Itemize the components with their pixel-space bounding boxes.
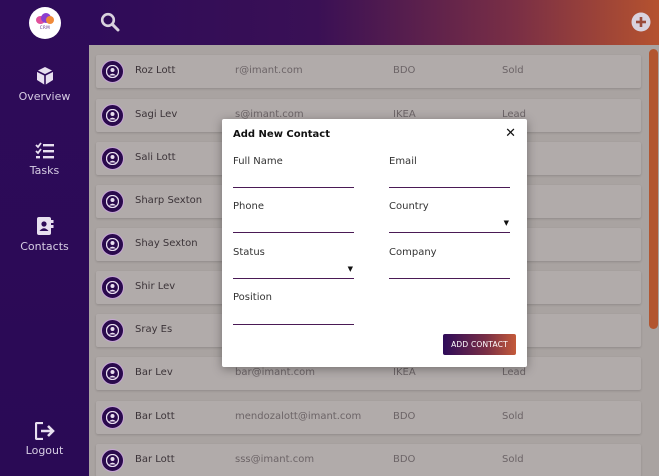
country-label: Country [389, 201, 429, 212]
underline [389, 278, 510, 279]
logo-text: CRM [39, 25, 51, 30]
plus-circle-icon[interactable] [631, 12, 651, 32]
add-contact-modal: Add New Contact ✕ Full Name Email Phone … [222, 119, 527, 367]
company-field[interactable]: Company [389, 247, 510, 280]
sidebar-item-overview[interactable]: Overview [0, 66, 89, 103]
sidebar-item-label: Logout [25, 444, 64, 457]
position-label: Position [233, 292, 272, 303]
user-icon [106, 152, 119, 165]
contact-row[interactable]: Bar Lott mendozalott@imant.com BDO Sold [96, 401, 641, 434]
contact-name: Bar Lott [135, 454, 175, 465]
contact-company: BDO [393, 65, 416, 76]
contact-name: Bar Lott [135, 411, 175, 422]
country-select[interactable]: Country ▼ [389, 201, 510, 234]
user-icon [106, 454, 119, 467]
sidebar-item-label: Tasks [29, 164, 60, 177]
avatar [101, 319, 124, 342]
avatar [101, 104, 124, 127]
contact-name: Sali Lott [135, 152, 176, 163]
contact-company: IKEA [393, 367, 416, 378]
user-icon [106, 109, 119, 122]
sidebar-item-logout[interactable]: Logout [0, 422, 89, 457]
phone-input[interactable] [233, 214, 354, 232]
underline [233, 324, 354, 325]
avatar [101, 362, 124, 385]
contact-row[interactable]: Roz Lott r@imant.com BDO Sold [96, 55, 641, 88]
sidebar-item-label: Contacts [20, 240, 69, 253]
user-icon [106, 65, 119, 78]
user-icon [106, 367, 119, 380]
full-name-input[interactable] [233, 169, 354, 187]
contact-name: Shir Lev [135, 281, 176, 292]
sidebar-item-tasks[interactable]: Tasks [0, 142, 89, 177]
phone-label: Phone [233, 201, 264, 212]
user-icon [106, 281, 119, 294]
contacts-book-icon [36, 217, 53, 235]
user-icon [106, 324, 119, 337]
contact-name: Sharp Sexton [135, 195, 203, 206]
underline [233, 187, 354, 188]
status-select[interactable]: Status ▼ [233, 247, 354, 280]
avatar [101, 147, 124, 170]
modal-title: Add New Contact [233, 129, 330, 140]
email-input[interactable] [389, 169, 510, 187]
user-icon [106, 238, 119, 251]
company-label: Company [389, 247, 437, 258]
caret-down-icon: ▼ [503, 219, 509, 227]
contact-email: mendozalott@imant.com [235, 411, 362, 422]
underline [389, 232, 510, 233]
contact-name: Sray Es [135, 324, 173, 335]
user-icon [106, 411, 119, 424]
search-icon[interactable] [100, 12, 120, 32]
app-logo[interactable]: CRM [29, 7, 61, 39]
contact-name: Sagi Lev [135, 109, 178, 120]
contact-status: Sold [502, 454, 524, 465]
sidebar-item-label: Overview [18, 90, 71, 103]
underline [233, 232, 354, 233]
avatar [101, 406, 124, 429]
position-field[interactable]: Position [233, 292, 354, 325]
contact-company: BDO [393, 454, 416, 465]
caret-down-icon: ▼ [347, 265, 353, 273]
add-contact-button[interactable]: ADD CONTACT [443, 334, 516, 355]
email-label: Email [389, 156, 417, 167]
underline [233, 278, 354, 279]
avatar [101, 449, 124, 472]
logout-icon [34, 422, 55, 440]
status-label: Status [233, 247, 265, 258]
user-icon [106, 195, 119, 208]
company-input[interactable] [389, 260, 510, 278]
cube-icon [36, 67, 53, 85]
contact-row[interactable]: Bar Lott sss@imant.com BDO Sold [96, 444, 641, 476]
full-name-label: Full Name [233, 156, 283, 167]
avatar [101, 276, 124, 299]
contact-name: Roz Lott [135, 65, 176, 76]
contact-email: bar@imant.com [235, 367, 316, 378]
cloud-logo-icon [36, 13, 54, 24]
contact-status: Sold [502, 411, 524, 422]
sidebar: CRM Overview Tasks Contacts Logout [0, 0, 89, 476]
contact-status: Lead [502, 367, 527, 378]
sidebar-item-contacts[interactable]: Contacts [0, 216, 89, 253]
avatar [101, 233, 124, 256]
contact-name: Shay Sexton [135, 238, 198, 249]
contact-name: Bar Lev [135, 367, 173, 378]
close-icon[interactable]: ✕ [505, 126, 516, 141]
phone-field[interactable]: Phone [233, 201, 354, 234]
underline [389, 187, 510, 188]
avatar [101, 190, 124, 213]
contact-status: Sold [502, 65, 524, 76]
contact-company: BDO [393, 411, 416, 422]
top-bar [89, 0, 659, 45]
scrollbar[interactable] [649, 49, 658, 329]
email-field[interactable]: Email [389, 156, 510, 189]
full-name-field[interactable]: Full Name [233, 156, 354, 189]
contact-email: r@imant.com [235, 65, 303, 76]
position-input[interactable] [233, 305, 354, 323]
checklist-icon [34, 142, 54, 159]
avatar [101, 60, 124, 83]
contact-email: sss@imant.com [235, 454, 315, 465]
